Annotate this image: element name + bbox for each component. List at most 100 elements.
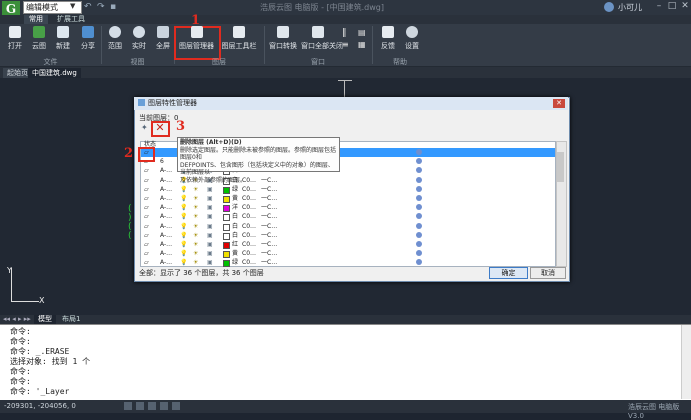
lock-icon[interactable]: ▣ — [207, 185, 213, 194]
plot-icon[interactable] — [416, 231, 422, 238]
minimize-icon[interactable]: – — [654, 1, 664, 12]
layer-state-icon[interactable]: ▱ — [144, 176, 149, 185]
bulb-on-icon[interactable]: 💡 — [180, 185, 187, 194]
sun-icon[interactable]: ☀ — [193, 249, 198, 258]
sun-icon[interactable]: ☀ — [193, 231, 198, 240]
command-history[interactable] — [0, 324, 691, 401]
bulb-on-icon[interactable]: 💡 — [180, 258, 187, 267]
close-icon[interactable]: ✕ — [553, 99, 565, 108]
layer-toolbar-button[interactable]: 图层工具栏 — [220, 26, 258, 56]
lock-icon[interactable]: ▣ — [207, 222, 213, 231]
layer-state-icon[interactable]: ▱ — [144, 258, 149, 267]
tab-drawing-file[interactable]: 中国建筑.dwg — [28, 68, 81, 78]
sun-icon[interactable]: ☀ — [193, 185, 198, 194]
lock-icon[interactable]: ▣ — [207, 240, 213, 249]
sun-icon[interactable]: ☀ — [193, 240, 198, 249]
grid-icon[interactable] — [136, 402, 144, 410]
polar-icon[interactable] — [160, 402, 168, 410]
new-button[interactable]: 新建 — [52, 26, 74, 56]
new-layer-icon[interactable]: ✦ — [141, 123, 148, 132]
layer-row[interactable]: ▱ A-… 💡 ☀ ▣ 红 C0… 一C… — [141, 240, 555, 249]
layer-row[interactable]: ▱ A-… 💡 ☀ ▣ 洋 C0… 一C… — [141, 203, 555, 213]
bulb-on-icon[interactable]: 💡 — [180, 240, 187, 249]
layer-state-icon[interactable]: ▱ — [144, 203, 149, 212]
zoom-realtime-button[interactable]: 实时 — [128, 26, 150, 56]
plot-icon[interactable] — [416, 158, 422, 165]
layer-row[interactable]: ▱ A-… 💡 ☀ ▣ 黄 C0… 一C… — [141, 249, 555, 259]
cancel-button[interactable]: 取消 — [530, 267, 566, 279]
lock-icon[interactable]: ▣ — [207, 212, 213, 221]
color-swatch[interactable] — [223, 242, 230, 249]
color-swatch[interactable] — [223, 186, 230, 194]
layer-state-icon[interactable]: ▱ — [144, 222, 149, 231]
osnap-icon[interactable] — [172, 402, 180, 410]
open-button[interactable]: 打开 — [4, 26, 26, 56]
tab-layout1[interactable]: 布局1 — [58, 315, 84, 324]
close-all-windows-button[interactable]: 窗口全部关闭 — [301, 26, 343, 56]
plot-icon[interactable] — [416, 195, 422, 201]
pause-icon[interactable]: ‖ — [342, 28, 347, 38]
tab-model[interactable]: 模型 — [34, 315, 56, 324]
tab-extensions[interactable]: 扩展工具 — [52, 15, 90, 24]
user-avatar-icon[interactable] — [604, 2, 614, 12]
layer-state-icon[interactable]: ▱ — [144, 249, 149, 258]
ortho-icon[interactable] — [148, 402, 156, 410]
redo-icon[interactable]: ↷ — [97, 2, 107, 12]
sun-icon[interactable]: ☀ — [193, 222, 198, 231]
plot-icon[interactable] — [416, 250, 422, 257]
plot-icon[interactable] — [416, 176, 422, 183]
ok-button[interactable]: 确定 — [489, 267, 528, 279]
command-scrollbar[interactable] — [681, 325, 691, 399]
layer-row[interactable]: ▱ A-… 💡 ☀ ▣ 绿 C0… 一C… — [141, 185, 555, 194]
chevron-down-icon[interactable]: ▼ — [70, 2, 78, 12]
plot-icon[interactable] — [416, 204, 422, 211]
plot-icon[interactable] — [416, 259, 422, 266]
layer-state-icon[interactable]: ▱ — [144, 166, 149, 175]
layer-row[interactable]: ▱ A-… 💡 ☀ ▣ 白C0… 一C… — [141, 222, 555, 231]
color-swatch[interactable] — [223, 232, 230, 240]
fullscreen-button[interactable]: 全屏 — [152, 26, 174, 56]
maximize-icon[interactable]: □ — [667, 1, 677, 12]
bulb-on-icon[interactable]: 💡 — [180, 203, 187, 212]
bulb-on-icon[interactable]: 💡 — [180, 231, 187, 240]
color-swatch[interactable] — [223, 251, 230, 259]
sun-icon[interactable]: ☀ — [193, 203, 198, 212]
plot-icon[interactable] — [416, 185, 422, 192]
plot-icon[interactable] — [416, 241, 422, 247]
share-button[interactable]: 分享 — [77, 26, 99, 56]
bulb-on-icon[interactable]: 💡 — [180, 249, 187, 258]
lock-icon[interactable]: ▣ — [207, 249, 213, 258]
scrollbar-thumb[interactable] — [557, 152, 564, 182]
layer-state-icon[interactable]: ▱ — [144, 240, 149, 249]
layer-state-icon[interactable]: ▱ — [144, 231, 149, 240]
window-switch-button[interactable]: 窗口转换 — [268, 26, 298, 56]
color-swatch[interactable] — [223, 196, 230, 203]
layer-row[interactable]: ▱ A-… 💡 ☀ ▣ 白C0… 一C… — [141, 231, 555, 240]
sun-icon[interactable]: ☀ — [193, 258, 198, 267]
plot-icon[interactable] — [416, 149, 422, 155]
close-icon[interactable]: ✕ — [680, 1, 690, 12]
sun-icon[interactable]: ☀ — [193, 212, 198, 221]
layer-state-icon[interactable]: ▱ — [144, 194, 149, 203]
layer-row[interactable]: ▱ A-… 💡 ☀ ▣ 白C0… 一C… — [141, 212, 555, 222]
color-swatch[interactable] — [223, 260, 230, 268]
undo-icon[interactable]: ↶ — [84, 2, 94, 12]
save-icon[interactable]: ▪ — [110, 2, 120, 12]
color-swatch[interactable] — [223, 205, 230, 213]
cloud-button[interactable]: 云图 — [28, 26, 50, 56]
zoom-extent-button[interactable]: 范围 — [104, 26, 126, 56]
color-swatch[interactable] — [223, 223, 230, 231]
feedback-button[interactable]: 反馈 — [377, 26, 399, 56]
bulb-on-icon[interactable]: 💡 — [180, 194, 187, 203]
tile-icon[interactable]: ▤ — [358, 28, 366, 37]
list-icon[interactable]: ≡ — [342, 40, 349, 49]
layer-state-icon[interactable]: ▱ — [144, 212, 149, 221]
delete-layer-button[interactable]: ✕ — [153, 122, 167, 134]
bulb-on-icon[interactable]: 💡 — [180, 212, 187, 221]
plot-icon[interactable] — [416, 213, 422, 220]
layer-state-icon[interactable]: ▱ — [144, 185, 149, 194]
dialog-title-bar[interactable]: 图层特性管理器 — [134, 97, 568, 110]
layer-manager-button[interactable]: 图层管理器 — [178, 26, 215, 56]
tab-common[interactable]: 常用 — [24, 15, 48, 24]
settings-button[interactable]: 设置 — [401, 26, 423, 56]
